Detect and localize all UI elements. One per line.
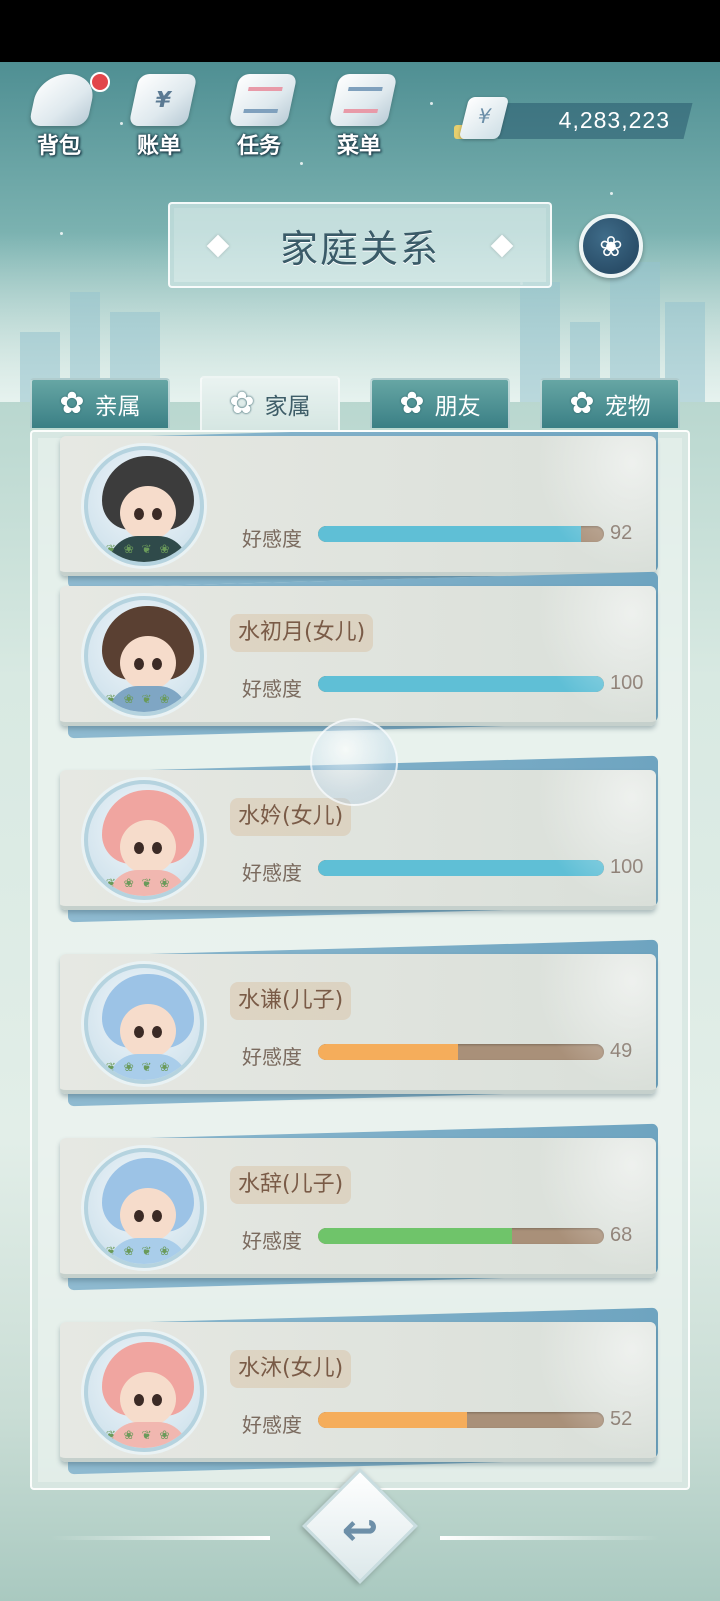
tab-label: 家属 <box>264 394 311 420</box>
affection-bar-fill <box>318 676 604 692</box>
member-avatar[interactable]: ❀ ❦ ❀ ❦ ❀ <box>84 780 204 900</box>
member-avatar[interactable]: ❀ ❦ ❀ ❦ ❀ <box>84 964 204 1084</box>
member-name: 水初月(女儿) <box>230 614 374 652</box>
affection-value: 100 <box>610 672 644 694</box>
affection-label: 好感度 <box>242 861 302 885</box>
menu-label: 菜单 <box>336 134 381 159</box>
affection-bar <box>318 1228 604 1244</box>
affection-label: 好感度 <box>242 527 302 551</box>
member-avatar[interactable]: ❀ ❦ ❀ ❦ ❀ <box>84 596 204 716</box>
page-title: 家庭关系 <box>279 226 440 271</box>
member-name: 水辞(儿子) <box>230 1166 352 1204</box>
affection-bar <box>318 1412 604 1428</box>
affection-bar-fill <box>318 1228 513 1244</box>
affection-value: 68 <box>610 1224 633 1246</box>
task-icon <box>228 74 298 126</box>
back-arrow-icon: ↩ <box>341 1504 379 1556</box>
notification-badge <box>90 72 110 92</box>
affection-label: 好感度 <box>242 1413 302 1437</box>
money-display: ¥ 4,283,223 <box>454 97 698 139</box>
member-avatar[interactable]: ❀ ❦ ❀ ❦ ❀ <box>84 446 204 566</box>
affection-value: 52 <box>610 1408 633 1430</box>
affection-value: 49 <box>610 1040 633 1062</box>
flower-icon: ✿ <box>59 386 85 421</box>
title-panel: 家庭关系 <box>168 202 552 288</box>
bottom-divider <box>440 1536 660 1540</box>
member-avatar[interactable]: ❀ ❦ ❀ ❦ ❀ <box>84 1148 204 1268</box>
affection-label: 好感度 <box>242 677 302 701</box>
tab-family[interactable]: ✿ 家属 <box>200 376 340 430</box>
money-value: 4,283,223 <box>558 107 670 133</box>
member-card[interactable]: ❀ ❦ ❀ ❦ ❀ 水辞(儿子) 好感度 68 <box>60 1123 660 1291</box>
status-bar <box>0 0 720 62</box>
tab-label: 朋友 <box>434 394 481 420</box>
member-list-panel[interactable]: ∽∞∽ ❀ ❦ ❀ ❦ ❀好感度92❀ ❦ ❀ ❦ ❀水初月(女儿)好感度100… <box>30 430 690 1490</box>
menu-button[interactable]: 菜单 <box>320 70 400 162</box>
family-tree-icon: ❀ <box>599 229 623 263</box>
card-body: ❀ ❦ ❀ ❦ ❀ 水辞(儿子) 好感度 68 <box>60 1138 656 1278</box>
affection-bar-fill <box>318 526 582 542</box>
menu-icon <box>328 74 398 126</box>
affection-value: 100 <box>610 856 644 878</box>
bottom-divider <box>50 1536 270 1540</box>
affection-bar-fill <box>318 1412 467 1428</box>
tab-friends[interactable]: ✿ 朋友 <box>370 378 510 428</box>
family-tree-button[interactable]: ❀ <box>579 214 643 278</box>
affection-bar-fill <box>318 860 604 876</box>
tab-label: 亲属 <box>94 394 141 420</box>
top-menu: 背包 ¥ 账单 任务 菜单 <box>20 70 400 162</box>
bill-button[interactable]: ¥ 账单 <box>120 70 200 162</box>
bill-label: 账单 <box>136 134 181 159</box>
floating-bubble[interactable] <box>310 718 398 806</box>
tab-label: 宠物 <box>604 394 651 420</box>
member-avatar[interactable]: ❀ ❦ ❀ ❦ ❀ <box>84 1332 204 1452</box>
affection-label: 好感度 <box>242 1229 302 1253</box>
card-body: ❀ ❦ ❀ ❦ ❀ 水初月(女儿) 好感度 100 <box>60 586 656 726</box>
card-body: ❀ ❦ ❀ ❦ ❀ 水谦(儿子) 好感度 49 <box>60 954 656 1094</box>
affection-bar <box>318 676 604 692</box>
diamond-ornament-icon <box>206 234 230 258</box>
backpack-button[interactable]: 背包 <box>20 70 110 162</box>
affection-bar <box>318 526 604 542</box>
backpack-label: 背包 <box>36 134 81 159</box>
member-name: 水谦(儿子) <box>230 982 352 1020</box>
flower-icon: ✿ <box>569 386 595 421</box>
bill-icon: ¥ <box>128 74 198 126</box>
affection-value: 92 <box>610 522 633 544</box>
affection-bar <box>318 1044 604 1060</box>
member-card[interactable]: ❀ ❦ ❀ ❦ ❀ 水谦(儿子) 好感度 49 <box>60 939 660 1107</box>
member-card[interactable]: ❀ ❦ ❀ ❦ ❀ 水初月(女儿) 好感度 100 <box>60 571 660 739</box>
card-body: ❀ ❦ ❀ ❦ ❀ 好感度 92 <box>60 436 656 576</box>
affection-bar-fill <box>318 1044 459 1060</box>
member-name: 水沐(女儿) <box>230 1350 352 1388</box>
tab-relatives[interactable]: ✿ 亲属 <box>30 378 170 428</box>
member-card[interactable]: ❀ ❦ ❀ ❦ ❀ 好感度 92 <box>60 432 660 589</box>
relation-tabs: ✿ 亲属 ✿ 家属 ✿ 朋友 ✿ 宠物 <box>30 376 690 432</box>
card-body: ❀ ❦ ❀ ❦ ❀ 水沐(女儿) 好感度 52 <box>60 1322 656 1462</box>
backpack-icon <box>28 74 98 126</box>
diamond-ornament-icon <box>490 234 514 258</box>
task-button[interactable]: 任务 <box>220 70 300 162</box>
flower-icon: ✿ <box>399 386 425 421</box>
affection-bar <box>318 860 604 876</box>
task-label: 任务 <box>236 134 281 159</box>
member-name: 水妗(女儿) <box>230 798 352 836</box>
flower-icon: ✿ <box>229 386 255 421</box>
affection-label: 好感度 <box>242 1045 302 1069</box>
member-card[interactable]: ❀ ❦ ❀ ❦ ❀ 水沐(女儿) 好感度 52 <box>60 1307 660 1475</box>
tab-pets[interactable]: ✿ 宠物 <box>540 378 680 428</box>
